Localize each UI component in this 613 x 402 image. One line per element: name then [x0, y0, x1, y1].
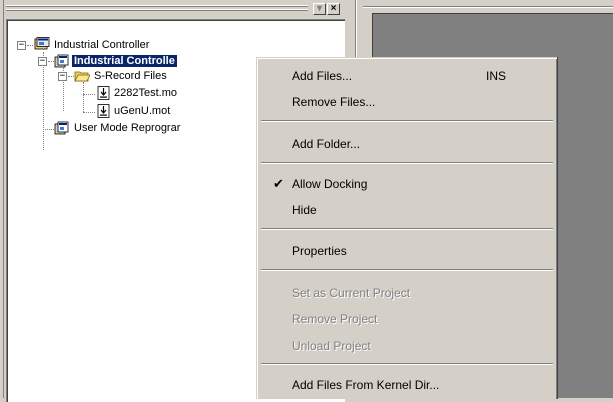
menu-item-allow-docking[interactable]: ✔ Allow Docking	[260, 173, 554, 195]
menu-item-shortcut: INS	[486, 69, 507, 83]
menu-item-properties[interactable]: Properties	[260, 240, 554, 262]
menu-item-label: Add Files...	[292, 69, 353, 83]
menu-separator	[261, 228, 553, 230]
tree-line	[27, 45, 33, 47]
menu-separator	[261, 269, 553, 271]
menu-item-label: Add Folder...	[292, 137, 361, 151]
menu-item-label: Set as Current Project	[292, 286, 411, 300]
file-download-icon	[97, 104, 110, 118]
collapse-toggle[interactable]: −	[17, 41, 26, 50]
pane-close-button[interactable]: ×	[327, 3, 340, 15]
menu-separator	[261, 120, 553, 122]
workspace-icon	[34, 37, 50, 50]
window-left-edge	[0, 0, 4, 398]
collapse-toggle[interactable]: −	[58, 72, 67, 81]
menu-item-label: Remove Project	[292, 312, 378, 326]
menu-item-remove-project[interactable]: Remove Project	[260, 308, 554, 330]
tree-item-project[interactable]: Industrial Controlle	[71, 53, 178, 69]
tree-line	[43, 52, 45, 150]
menu-item-add-files[interactable]: Add Files... INS	[260, 65, 554, 87]
tree-item-file[interactable]: 2282Test.mo	[112, 85, 179, 101]
menu-item-add-folder[interactable]: Add Folder...	[260, 133, 554, 155]
project-icon	[54, 121, 69, 135]
menu-separator	[261, 363, 553, 365]
menu-item-label: Hide	[292, 203, 317, 217]
menu-item-set-current-project[interactable]: Set as Current Project	[260, 282, 554, 304]
menu-item-label: Allow Docking	[292, 177, 368, 191]
tree-item-label: User Mode Reprograr	[74, 122, 181, 134]
menu-item-unload-project[interactable]: Unload Project	[260, 335, 554, 357]
menu-item-label: Properties	[292, 244, 347, 258]
tree-item-label: uGenU.mot	[114, 105, 171, 117]
context-menu: Add Files... INS Remove Files... Add Fol…	[256, 57, 557, 399]
dock-grip[interactable]	[6, 5, 308, 13]
project-icon	[54, 54, 69, 68]
tree-item-folder[interactable]: S-Record Files	[92, 68, 169, 84]
tree-line	[83, 82, 85, 112]
tree-item-file[interactable]: uGenU.mot	[112, 103, 172, 119]
tree-line	[83, 112, 95, 114]
menu-item-label: Add Files From Kernel Dir...	[292, 378, 440, 392]
file-download-icon	[97, 86, 110, 100]
tree-item-root[interactable]: Industrial Controller	[52, 37, 151, 53]
menu-item-label: Unload Project	[292, 339, 371, 353]
tree-item-label: Industrial Controlle	[71, 54, 178, 68]
menu-item-hide[interactable]: Hide	[260, 199, 554, 221]
tree-item-label: Industrial Controller	[54, 39, 150, 51]
checkmark-icon: ✔	[273, 176, 284, 191]
collapse-toggle[interactable]: −	[38, 57, 47, 66]
menu-item-label: Remove Files...	[292, 95, 376, 109]
tree-item-project[interactable]: User Mode Reprograr	[72, 120, 182, 136]
tree-item-label: S-Record Files	[94, 70, 167, 82]
folder-open-icon	[74, 71, 90, 82]
menu-separator	[261, 162, 553, 164]
menu-item-remove-files[interactable]: Remove Files...	[260, 91, 554, 113]
menu-item-add-files-kernel-dir[interactable]: Add Files From Kernel Dir...	[260, 374, 554, 396]
editor-edge	[363, 6, 613, 8]
tree-item-label: 2282Test.mo	[114, 87, 177, 99]
tree-line	[83, 94, 95, 96]
tree-line	[43, 129, 54, 131]
pane-restore-button[interactable]: ▾	[313, 3, 326, 15]
